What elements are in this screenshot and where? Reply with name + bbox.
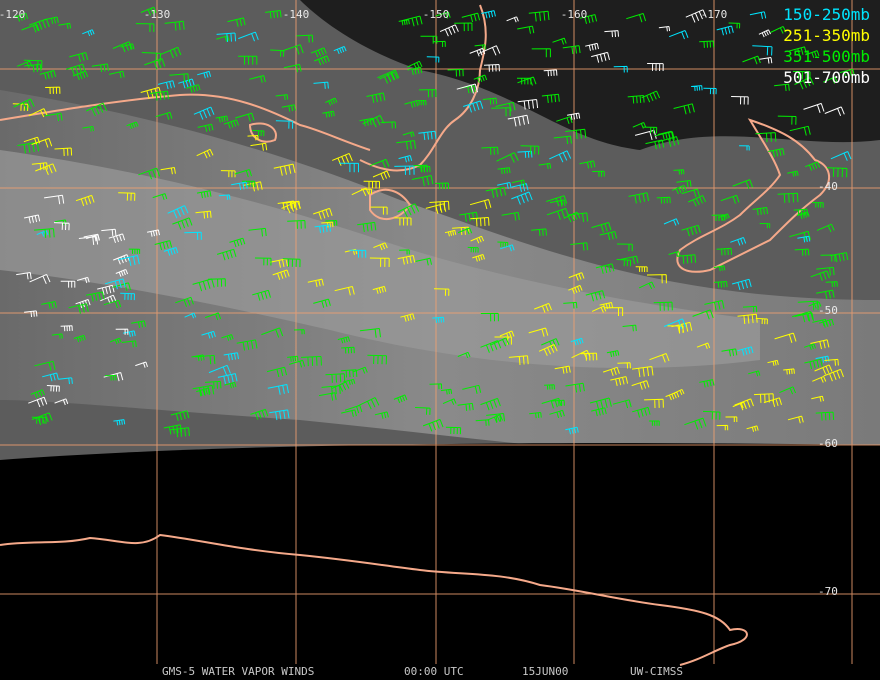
legend-150-250mb: 150-250mb: [783, 5, 870, 24]
lon-label-170w: -170: [700, 8, 728, 21]
lon-label-140w: -140: [282, 8, 310, 21]
caption-time: 00:00 UTC: [404, 665, 464, 678]
image-caption: GMS-5 WATER VAPOR WINDS 00:00 UTC 15JUN0…: [0, 664, 880, 680]
lon-label-120w: -120: [0, 8, 26, 21]
lon-label-130w: -130: [143, 8, 171, 21]
lon-label-150w: -150: [422, 8, 450, 21]
caption-product: GMS-5 WATER VAPOR WINDS: [162, 665, 315, 678]
lat-label-50s: -50: [818, 304, 838, 317]
lat-label-40s: -40: [818, 180, 838, 193]
legend-501-700mb: 501-700mb: [783, 68, 870, 87]
caption-source: UW-CIMSS: [630, 665, 683, 678]
satellite-map: [0, 0, 880, 680]
lat-label-60s: -60: [818, 437, 838, 450]
legend-351-500mb: 351-500mb: [783, 47, 870, 66]
lon-label-160w: -160: [560, 8, 588, 21]
pressure-level-legend: 150-250mb 251-350mb 351-500mb 501-700mb: [783, 4, 870, 88]
caption-date: 15JUN00: [522, 665, 569, 678]
lat-label-70s: -70: [818, 585, 838, 598]
legend-251-350mb: 251-350mb: [783, 26, 870, 45]
